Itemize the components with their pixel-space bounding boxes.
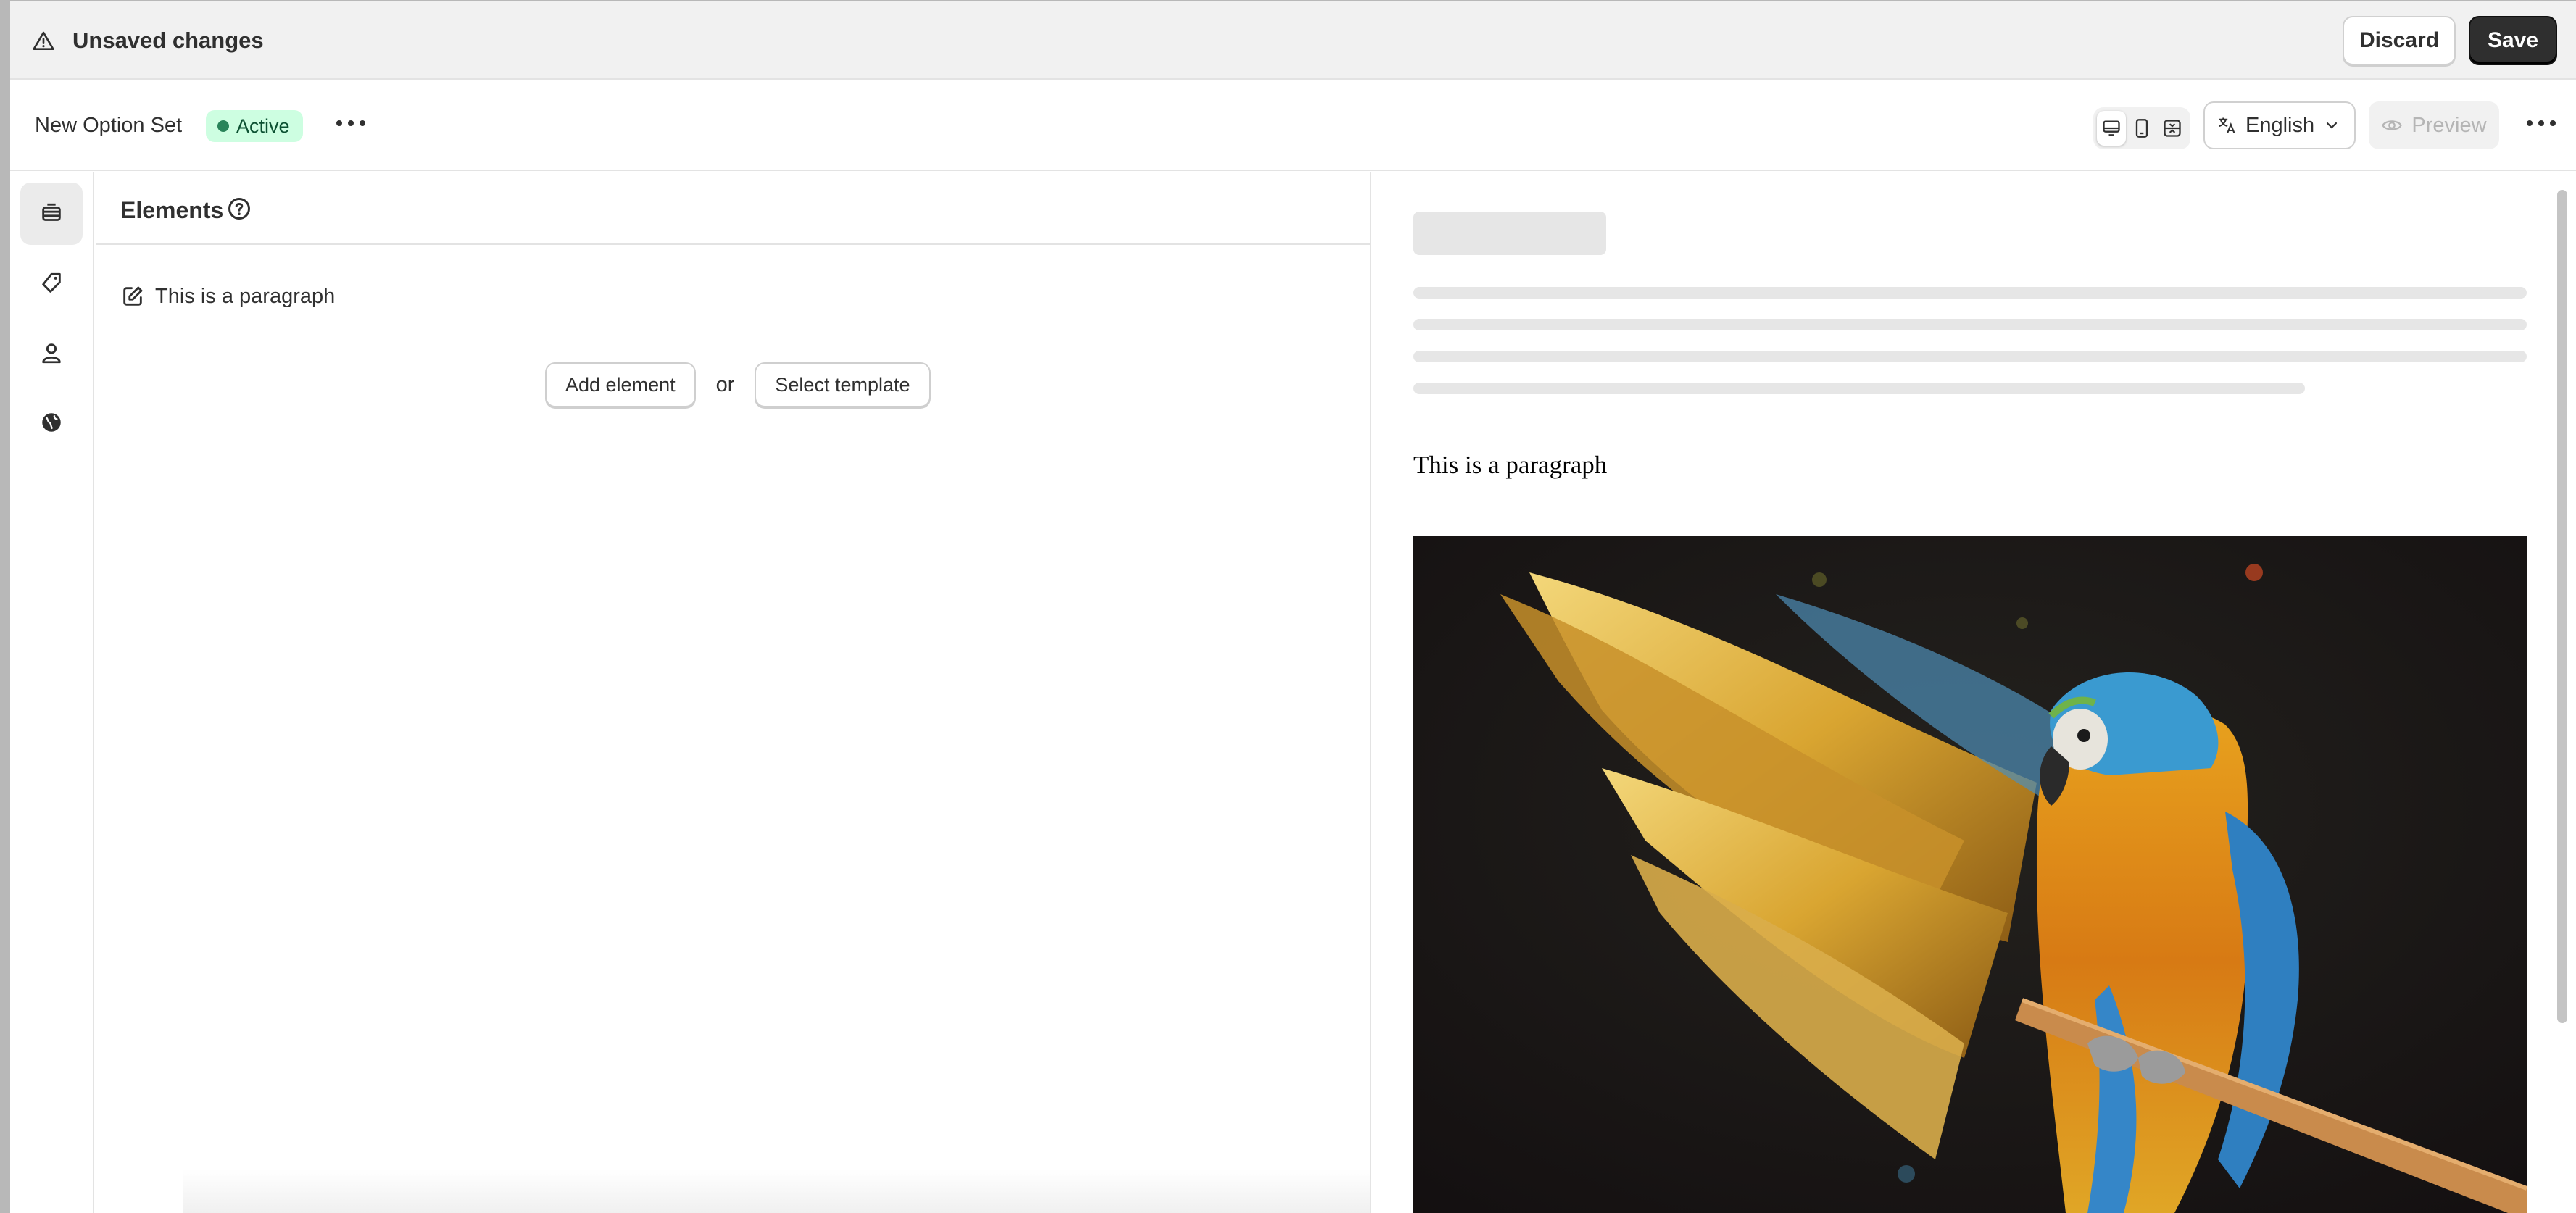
dot-icon <box>336 120 342 126</box>
status-badge: Active <box>206 110 303 142</box>
more-options-button[interactable] <box>2527 117 2556 129</box>
skeleton-line <box>1413 319 2527 330</box>
mobile-icon <box>2135 119 2148 138</box>
add-element-button[interactable]: Add element <box>545 362 696 407</box>
preview-paragraph: This is a paragraph <box>1413 451 1608 479</box>
more-actions-button[interactable] <box>336 117 365 129</box>
live-preview: This is a paragraph <box>1373 172 2576 1213</box>
language-label: English <box>2245 113 2315 137</box>
panel-bottom-fade <box>183 1170 1371 1213</box>
element-actions: Add element or Select template <box>545 362 931 407</box>
preview-label: Preview <box>2411 113 2487 137</box>
save-button[interactable]: Save <box>2469 16 2557 65</box>
tag-icon <box>42 272 61 293</box>
elements-panel: Elements This is a paragraph Add element… <box>96 172 1371 1213</box>
skeleton-heading <box>1413 212 1606 255</box>
eye-icon <box>2382 120 2403 130</box>
skeleton-line <box>1413 383 2305 394</box>
desktop-icon <box>2103 120 2120 136</box>
expand-icon <box>2164 120 2181 137</box>
unsaved-changes-title: Unsaved changes <box>72 28 264 53</box>
element-item-label: This is a paragraph <box>155 284 336 308</box>
elements-title: Elements <box>120 197 224 223</box>
sidebar-item-products[interactable] <box>20 252 83 314</box>
sidebar-rail <box>10 172 94 1213</box>
edit-icon <box>123 286 143 306</box>
status-badge-label: Active <box>236 115 290 137</box>
dot-icon <box>2538 120 2544 126</box>
select-template-button[interactable]: Select template <box>755 362 931 407</box>
or-separator: or <box>715 372 735 396</box>
discard-button[interactable]: Discard <box>2343 16 2456 65</box>
skeleton-line <box>1413 351 2527 362</box>
option-set-header: New Option Set Active English Preview <box>10 81 2576 171</box>
skeleton-line <box>1413 287 2527 299</box>
sidebar-item-elements[interactable] <box>20 183 83 245</box>
unsaved-changes-bar: Unsaved changes Discard Save <box>10 1 2576 80</box>
warning-icon <box>33 31 54 50</box>
device-switcher <box>2093 107 2190 149</box>
translate-icon <box>2219 117 2235 133</box>
sidebar-item-markets[interactable] <box>20 391 83 454</box>
preview-button[interactable]: Preview <box>2369 101 2499 149</box>
desktop-view-button[interactable] <box>2097 111 2126 146</box>
dot-icon <box>360 120 365 126</box>
element-item-paragraph[interactable]: This is a paragraph <box>120 284 335 309</box>
option-set-name: New Option Set <box>35 114 183 137</box>
language-select[interactable]: English <box>2203 101 2356 149</box>
app-window: Unsaved changes Discard Save New Option … <box>10 1 2576 1213</box>
person-icon <box>42 343 61 364</box>
status-dot-icon <box>217 120 229 132</box>
help-icon[interactable] <box>226 196 252 222</box>
dot-icon <box>2550 120 2556 126</box>
preview-scrollbar[interactable] <box>2557 190 2567 1023</box>
mobile-view-button[interactable] <box>2127 111 2156 146</box>
elements-icon <box>42 203 61 221</box>
dot-icon <box>348 120 354 126</box>
sidebar-item-customers[interactable] <box>20 322 83 384</box>
elements-panel-header: Elements <box>96 172 1370 245</box>
globe-icon <box>42 413 61 432</box>
dot-icon <box>2527 120 2533 126</box>
parrot-image <box>1413 536 2527 1213</box>
chevron-down-icon <box>2327 122 2338 129</box>
fullwidth-view-button[interactable] <box>2158 111 2187 146</box>
